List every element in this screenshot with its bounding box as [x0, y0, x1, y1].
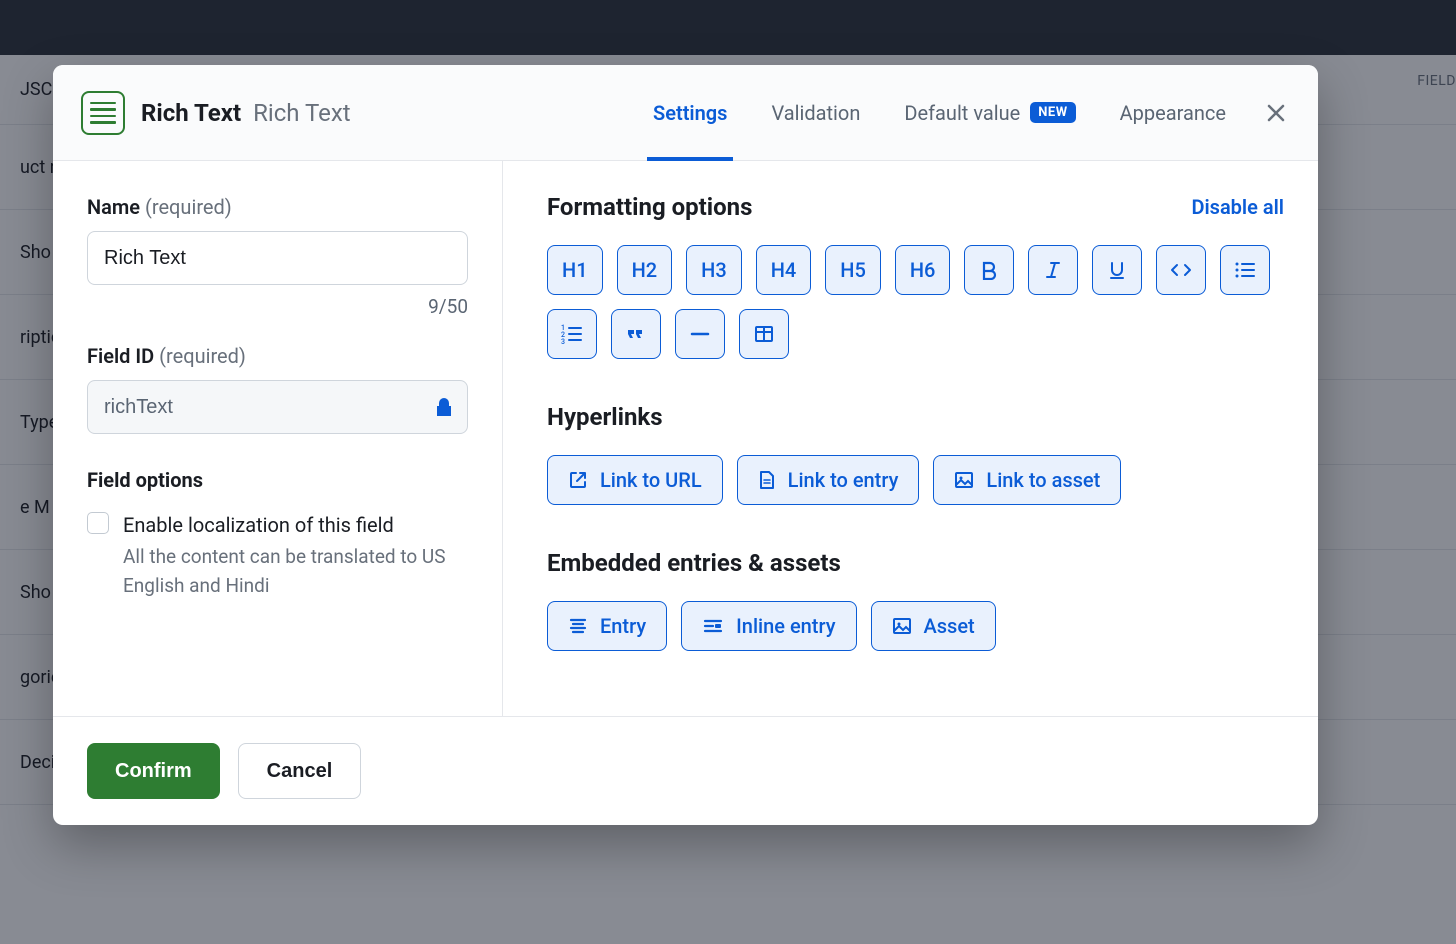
embedded-title: Embedded entries & assets — [547, 549, 1284, 577]
image-icon — [892, 616, 912, 636]
required-hint: (required) — [159, 344, 246, 368]
svg-text:3: 3 — [561, 338, 565, 344]
format-h4[interactable]: H4 — [756, 245, 812, 295]
hyperlinks-section: Hyperlinks Link to URL Link to entry Lin… — [547, 403, 1284, 505]
fieldid-wrap — [87, 380, 468, 434]
label-text: Field ID — [87, 344, 154, 368]
required-hint: (required) — [145, 195, 232, 219]
name-input[interactable] — [87, 231, 468, 285]
modal-tabs: Settings Validation Default value NEW Ap… — [653, 65, 1226, 160]
ol-icon: 123 — [561, 324, 583, 344]
pill-label: Link to asset — [986, 468, 1100, 492]
modal-footer: Confirm Cancel — [53, 716, 1318, 825]
link-to-asset[interactable]: Link to asset — [933, 455, 1121, 505]
pill-label: Link to entry — [788, 468, 899, 492]
entry-block-icon — [568, 616, 588, 636]
embed-asset[interactable]: Asset — [871, 601, 996, 651]
underline-icon — [1107, 260, 1127, 280]
format-underline[interactable] — [1092, 245, 1142, 295]
inline-entry-icon — [702, 616, 724, 636]
italic-icon — [1043, 260, 1063, 280]
name-label: Name (required) — [87, 195, 468, 219]
document-icon — [758, 470, 776, 490]
hr-icon — [689, 324, 711, 344]
external-link-icon — [568, 470, 588, 490]
pill-label: Entry — [600, 614, 646, 638]
tab-label: Default value — [904, 101, 1020, 125]
format-bold[interactable] — [964, 245, 1014, 295]
format-italic[interactable] — [1028, 245, 1078, 295]
format-h6[interactable]: H6 — [895, 245, 951, 295]
format-h5[interactable]: H5 — [825, 245, 881, 295]
pill-label: Asset — [924, 614, 975, 638]
formatting-title: Formatting options — [547, 193, 752, 221]
pill-label: Link to URL — [600, 468, 702, 492]
fieldid-label: Field ID (required) — [87, 344, 468, 368]
disable-all-link[interactable]: Disable all — [1191, 195, 1284, 219]
modal-subtitle: Rich Text — [253, 99, 351, 127]
localization-checkbox[interactable] — [87, 512, 109, 534]
tab-settings[interactable]: Settings — [653, 65, 727, 160]
formatting-row: H1 H2 H3 H4 H5 H6 123 — [547, 245, 1284, 359]
fieldid-input — [87, 380, 468, 434]
rich-text-field-icon — [81, 91, 125, 135]
format-ol[interactable]: 123 — [547, 309, 597, 359]
tab-validation[interactable]: Validation — [771, 65, 860, 160]
label-text: Name — [87, 195, 140, 219]
right-panel: Formatting options Disable all H1 H2 H3 … — [503, 161, 1318, 716]
field-editor-modal: Rich Text Rich Text Settings Validation … — [53, 65, 1318, 825]
confirm-button[interactable]: Confirm — [87, 743, 220, 799]
cancel-button[interactable]: Cancel — [238, 743, 362, 799]
localization-desc: All the content can be translated to US … — [123, 542, 468, 601]
embedded-section: Embedded entries & assets Entry Inline e… — [547, 549, 1284, 651]
format-hr[interactable] — [675, 309, 725, 359]
embed-inline-entry[interactable]: Inline entry — [681, 601, 856, 651]
left-panel: Name (required) 9/50 Field ID (required)… — [53, 161, 503, 716]
hyperlinks-title: Hyperlinks — [547, 403, 1284, 431]
localization-option[interactable]: Enable localization of this field All th… — [87, 510, 468, 601]
format-quote[interactable] — [611, 309, 661, 359]
formatting-head: Formatting options Disable all — [547, 193, 1284, 221]
localization-label: Enable localization of this field — [123, 510, 468, 540]
pill-label: Inline entry — [736, 614, 835, 638]
code-icon — [1170, 260, 1192, 280]
char-count: 9/50 — [87, 295, 468, 318]
format-table[interactable] — [739, 309, 789, 359]
close-icon — [1266, 103, 1286, 123]
tab-appearance[interactable]: Appearance — [1120, 65, 1226, 160]
table-icon — [754, 324, 774, 344]
embed-entry[interactable]: Entry — [547, 601, 667, 651]
format-h2[interactable]: H2 — [617, 245, 673, 295]
format-ul[interactable] — [1220, 245, 1270, 295]
modal-body: Name (required) 9/50 Field ID (required)… — [53, 161, 1318, 716]
field-options-title: Field options — [87, 468, 468, 492]
tab-default-value[interactable]: Default value NEW — [904, 65, 1075, 160]
lock-icon[interactable] — [434, 396, 454, 418]
format-h3[interactable]: H3 — [686, 245, 742, 295]
image-icon — [954, 470, 974, 490]
ul-icon — [1234, 260, 1256, 280]
bold-icon — [979, 260, 999, 280]
close-button[interactable] — [1262, 99, 1290, 127]
modal-title: Rich Text — [141, 99, 241, 127]
modal-header: Rich Text Rich Text Settings Validation … — [53, 65, 1318, 161]
format-code[interactable] — [1156, 245, 1206, 295]
link-to-url[interactable]: Link to URL — [547, 455, 723, 505]
link-to-entry[interactable]: Link to entry — [737, 455, 920, 505]
new-badge: NEW — [1030, 102, 1075, 123]
format-h1[interactable]: H1 — [547, 245, 603, 295]
quote-icon — [626, 324, 646, 344]
